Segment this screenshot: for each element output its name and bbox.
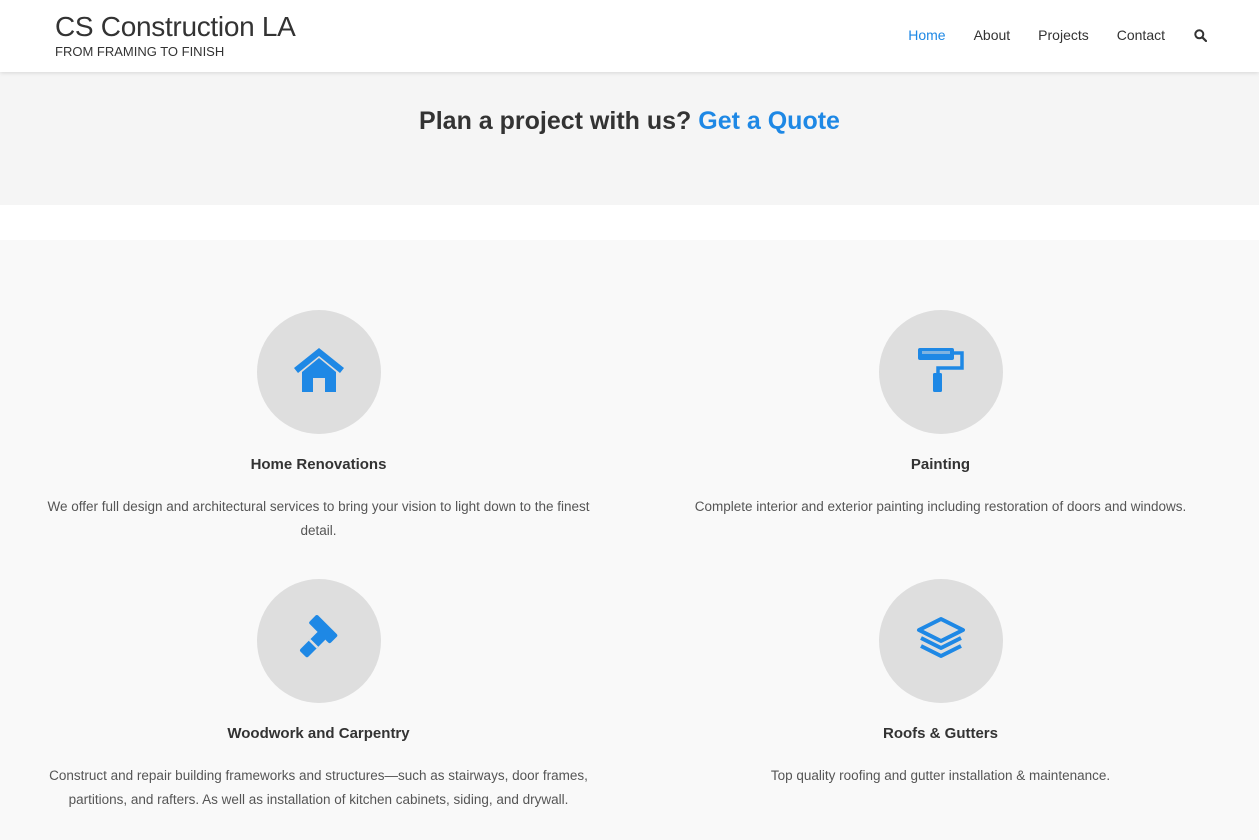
service-icon-circle [878,310,1003,434]
service-woodwork-carpentry: Woodwork and Carpentry Construct and rep… [30,579,607,812]
nav-home[interactable]: Home [908,25,945,45]
service-roofs-gutters: Roofs & Gutters Top quality roofing and … [652,579,1229,788]
service-title: Painting [910,456,971,473]
main-nav: Home About Projects Contact [880,25,1207,45]
brand[interactable]: CS Construction LA FROM FRAMING TO FINIS… [55,11,296,60]
service-title: Woodwork and Carpentry [227,725,410,742]
site-tagline: FROM FRAMING TO FINISH [55,44,225,59]
quote-banner: Plan a project with us? Get a Quote [0,72,1259,205]
service-description: Top quality roofing and gutter installat… [770,768,1111,783]
house-icon [293,346,345,399]
nav-contact[interactable]: Contact [1117,25,1165,45]
service-title: Roofs & Gutters [882,725,998,742]
service-title: Home Renovations [250,456,387,473]
service-description: We offer full design and architectural s… [47,499,590,538]
service-icon-circle [878,579,1003,703]
service-description: Construct and repair building frameworks… [49,768,588,807]
site-title[interactable]: CS Construction LA [55,11,296,43]
service-painting: Painting Complete interior and exterior … [652,310,1229,519]
layers-icon [916,616,966,667]
nav-about[interactable]: About [974,25,1011,45]
quote-text: Plan a project with us? [419,107,692,135]
paint-roller-icon [916,346,966,399]
service-icon-circle [256,579,381,703]
nav-projects[interactable]: Projects [1038,25,1089,45]
service-home-renovations: Home Renovations We offer full design an… [30,310,607,543]
quote-line: Plan a project with us? Get a Quote [0,107,1259,136]
service-icon-circle [256,310,381,434]
site-header: CS Construction LA FROM FRAMING TO FINIS… [0,0,1259,72]
search-icon[interactable] [1193,25,1207,45]
services-section: Home Renovations We offer full design an… [0,240,1259,840]
hammer-icon [294,614,344,669]
get-a-quote-link[interactable]: Get a Quote [698,107,840,135]
service-description: Complete interior and exterior painting … [694,499,1187,514]
